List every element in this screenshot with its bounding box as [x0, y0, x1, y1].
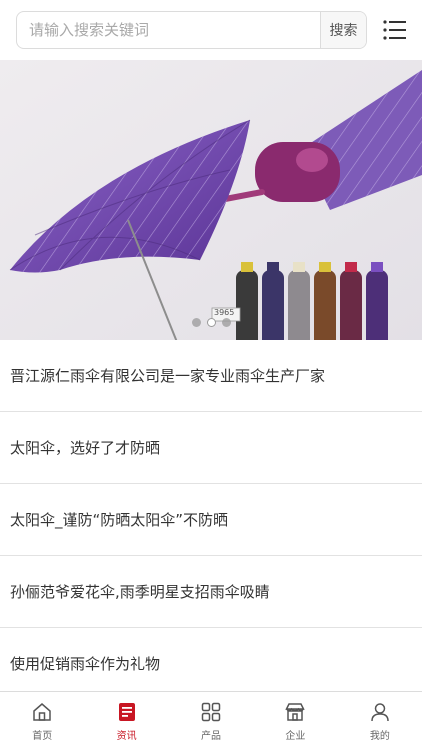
news-icon: [115, 700, 139, 724]
carousel-dot-active[interactable]: [206, 318, 216, 327]
nav-item-company[interactable]: 企业: [253, 692, 337, 750]
news-list: 晋江源仁雨伞有限公司是一家专业雨伞生产厂家 太阳伞，选好了才防晒 太阳伞_谨防“…: [0, 340, 422, 700]
news-list-item[interactable]: 太阳伞，选好了才防晒: [0, 412, 422, 484]
home-icon: [30, 700, 54, 724]
news-list-item[interactable]: 使用促销雨伞作为礼物: [0, 628, 422, 700]
news-list-item[interactable]: 晋江源仁雨伞有限公司是一家专业雨伞生产厂家: [0, 340, 422, 412]
news-list-item[interactable]: 孙俪范爷爱花伞,雨季明星支招雨伞吸睛: [0, 556, 422, 628]
nav-label-mine: 我的: [369, 731, 390, 742]
nav-label-home: 首页: [32, 731, 53, 742]
carousel-dot[interactable]: [221, 318, 231, 327]
page: 搜索: [0, 0, 422, 750]
search-input[interactable]: [17, 12, 320, 48]
bottom-nav: 首页 资讯 产品 企业 我的: [0, 691, 422, 750]
carousel-dots: [0, 318, 422, 327]
header: 搜索: [0, 0, 422, 60]
news-list-item[interactable]: 太阳伞_谨防“防晒太阳伞”不防晒: [0, 484, 422, 556]
list-menu-icon: [382, 20, 406, 40]
carousel-dot[interactable]: [191, 318, 201, 327]
nav-label-company: 企业: [285, 731, 306, 742]
search-box: 搜索: [16, 11, 367, 49]
nav-label-products: 产品: [201, 731, 222, 742]
menu-button[interactable]: [367, 0, 422, 60]
banner-tag-text: 3965: [214, 308, 235, 317]
nav-item-home[interactable]: 首页: [0, 692, 84, 750]
nav-item-products[interactable]: 产品: [169, 692, 253, 750]
nav-item-mine[interactable]: 我的: [338, 692, 422, 750]
grid-icon: [199, 700, 223, 724]
store-icon: [283, 700, 307, 724]
banner-carousel[interactable]: 3965: [0, 60, 422, 340]
umbrella-banner-image: [0, 60, 422, 340]
user-icon: [368, 700, 392, 724]
nav-label-news: 资讯: [116, 731, 137, 742]
nav-item-news[interactable]: 资讯: [84, 692, 168, 750]
search-button[interactable]: 搜索: [320, 12, 366, 48]
